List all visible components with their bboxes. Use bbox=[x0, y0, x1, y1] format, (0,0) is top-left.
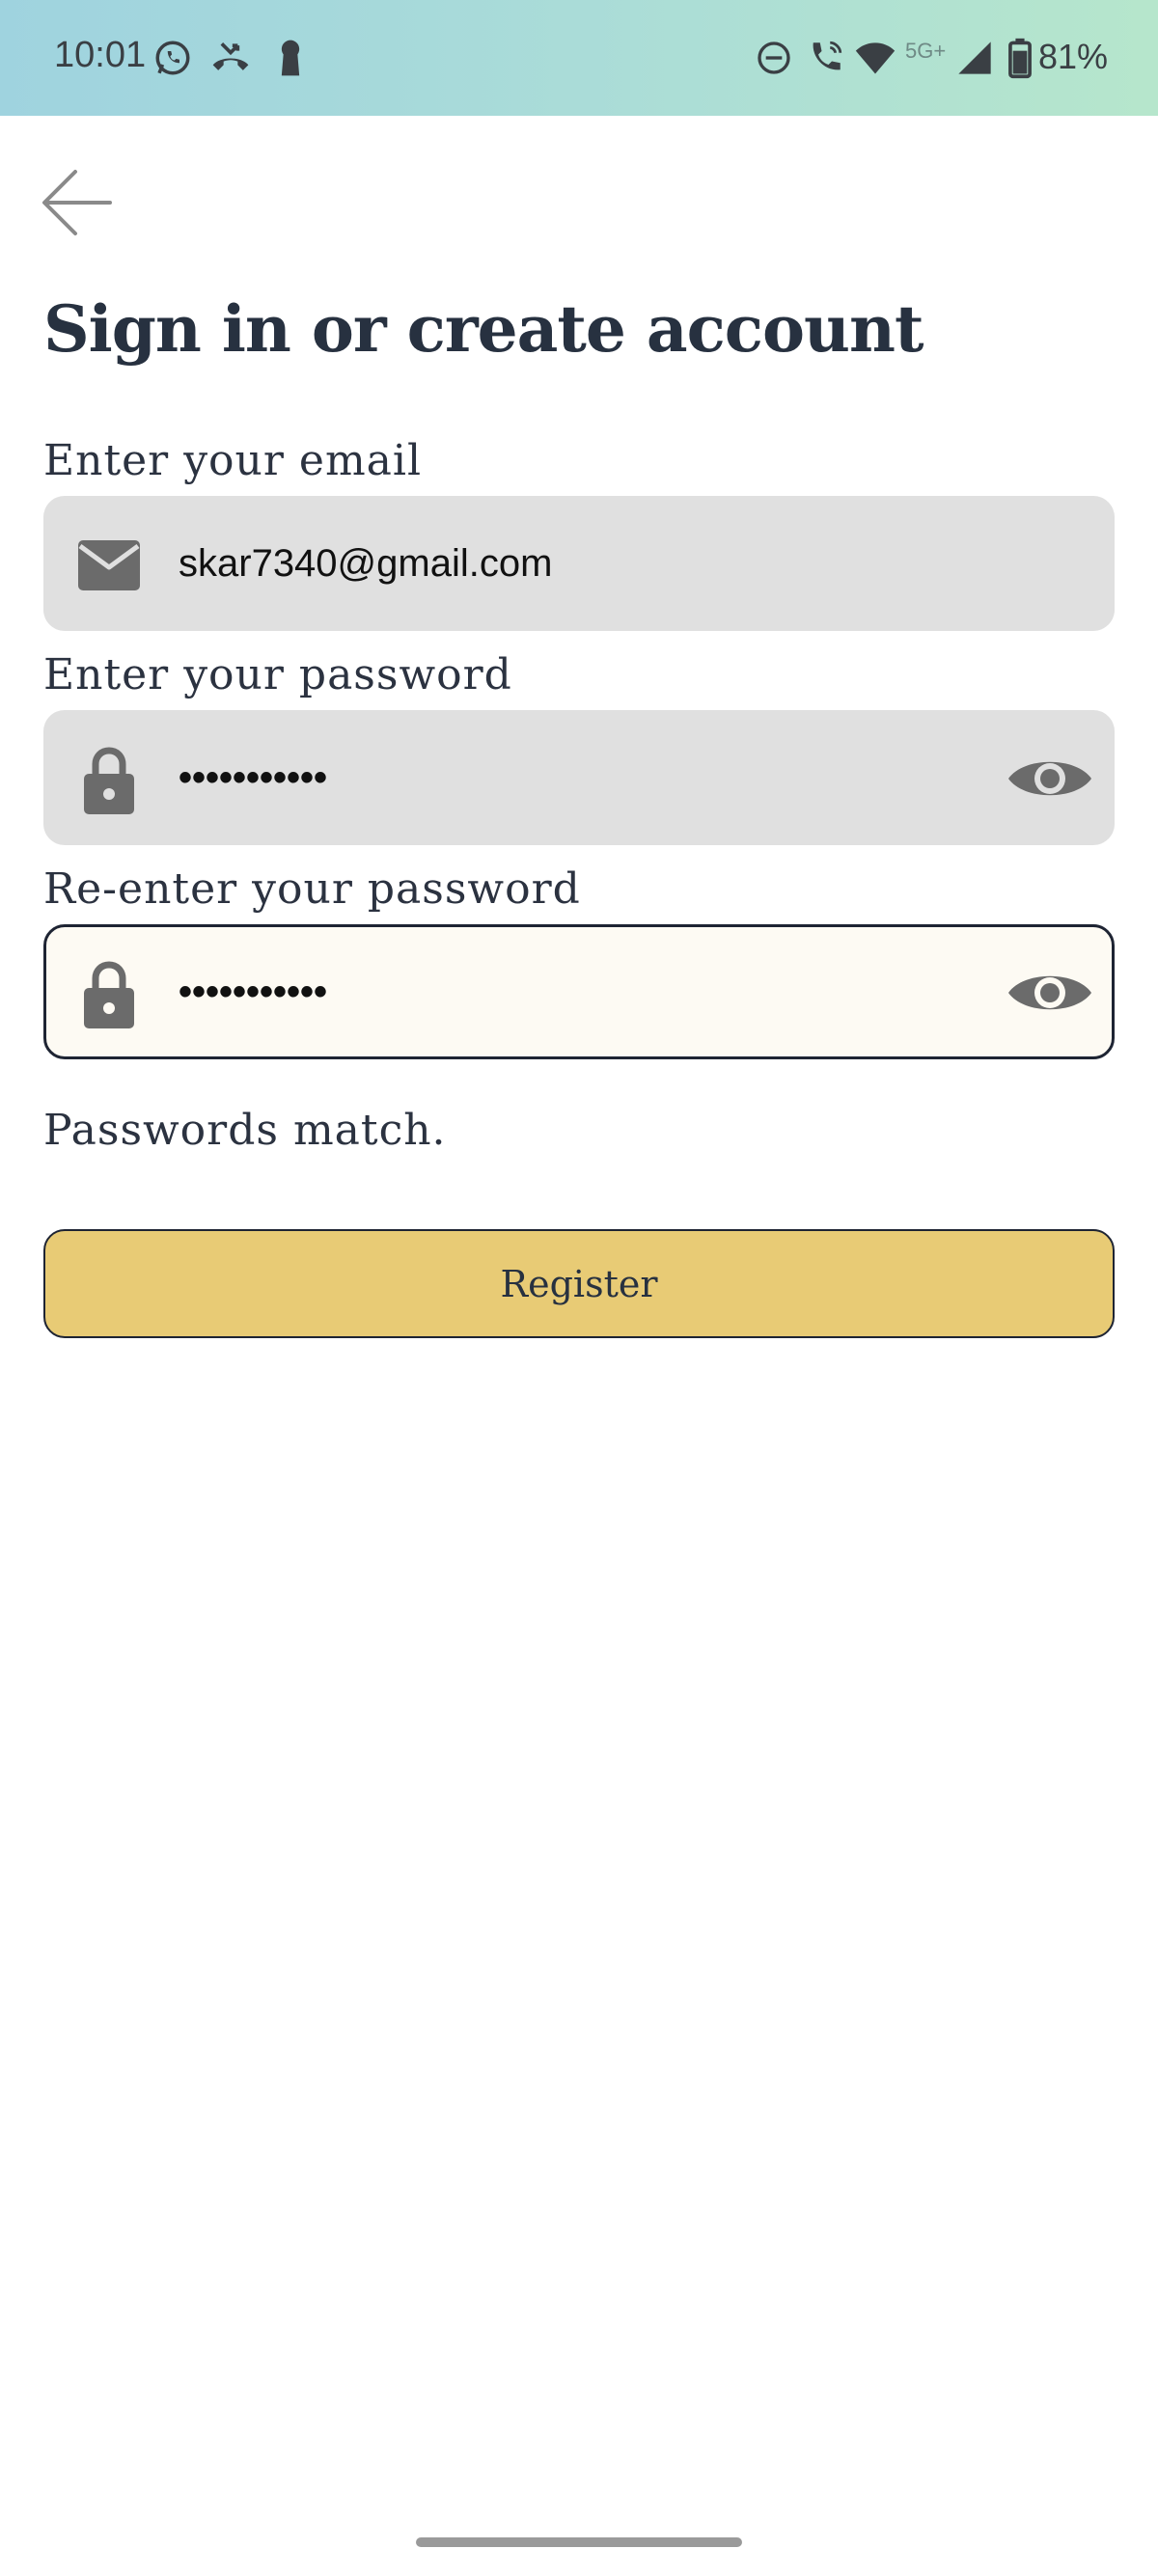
email-field[interactable]: skar7340@gmail.com bbox=[43, 496, 1115, 631]
lock-icon bbox=[84, 747, 134, 814]
eye-icon[interactable] bbox=[1006, 745, 1093, 812]
confirm-password-input-value[interactable]: ••••••••••• bbox=[179, 927, 327, 1056]
back-button[interactable] bbox=[33, 158, 125, 251]
eye-icon[interactable] bbox=[1006, 959, 1093, 1027]
mail-icon bbox=[78, 540, 140, 590]
password-label: Enter your password bbox=[43, 650, 512, 699]
lock-icon bbox=[84, 961, 134, 1028]
network-type: 5G+ bbox=[905, 39, 947, 63]
status-time: 10:01 bbox=[54, 35, 147, 75]
do-not-disturb-icon bbox=[758, 41, 790, 74]
missed-call-icon bbox=[212, 42, 249, 70]
register-button[interactable]: Register bbox=[43, 1229, 1115, 1338]
confirm-password-label: Re-enter your password bbox=[43, 864, 581, 914]
email-label: Enter your email bbox=[43, 436, 423, 485]
wifi-calling-icon bbox=[813, 41, 842, 70]
email-input-value[interactable]: skar7340@gmail.com bbox=[179, 496, 552, 631]
battery-icon bbox=[1008, 38, 1032, 79]
battery-percent: 81% bbox=[1038, 37, 1109, 76]
wifi-icon bbox=[855, 42, 896, 74]
home-indicator[interactable] bbox=[416, 2537, 742, 2547]
password-input-value[interactable]: ••••••••••• bbox=[179, 710, 327, 845]
signal-icon bbox=[958, 41, 991, 74]
confirm-password-field[interactable]: ••••••••••• bbox=[43, 924, 1115, 1059]
whatsapp-icon bbox=[155, 41, 190, 75]
password-match-message: Passwords match. bbox=[43, 1106, 447, 1155]
arrow-left-icon bbox=[42, 170, 112, 235]
keyhole-icon bbox=[281, 40, 300, 76]
password-field[interactable]: ••••••••••• bbox=[43, 710, 1115, 845]
status-bar: 10:01 5G+ 81% bbox=[0, 0, 1158, 116]
page-title: Sign in or create account bbox=[43, 291, 924, 367]
